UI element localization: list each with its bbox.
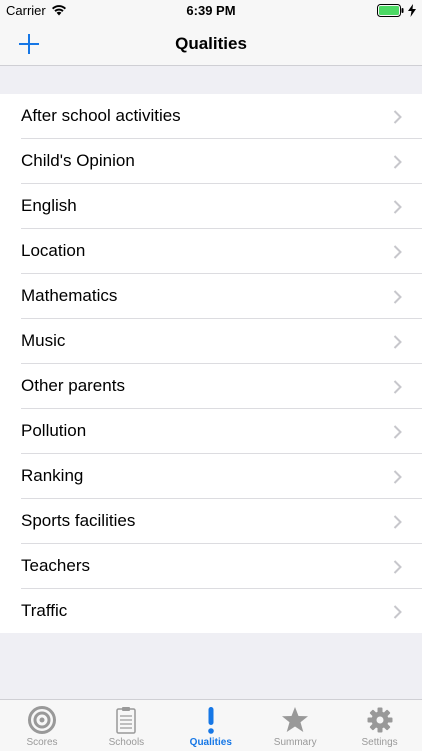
tab-scores[interactable]: Scores	[0, 700, 84, 751]
tab-label: Schools	[108, 737, 145, 748]
status-bar: Carrier 6:39 PM	[0, 0, 422, 22]
chevron-right-icon	[393, 200, 402, 214]
chevron-right-icon	[393, 470, 402, 484]
tab-qualities[interactable]: Qualities	[169, 700, 253, 751]
tab-label: Scores	[26, 737, 58, 748]
quality-label: Sports facilities	[21, 511, 136, 530]
star-icon	[282, 707, 309, 732]
clipboard-icon	[116, 707, 137, 734]
tab-summary[interactable]: Summary	[253, 700, 337, 751]
page-title: Qualities	[175, 34, 247, 53]
quality-row[interactable]: Other parents	[21, 364, 422, 409]
quality-row[interactable]: Location	[21, 229, 422, 274]
tab-label: Settings	[361, 737, 398, 748]
quality-label: Mathematics	[21, 286, 118, 305]
quality-row[interactable]: Sports facilities	[21, 499, 422, 544]
quality-row[interactable]: Pollution	[21, 409, 422, 454]
chevron-right-icon	[393, 155, 402, 169]
quality-label: Music	[21, 331, 66, 350]
quality-label: Ranking	[21, 466, 84, 485]
quality-row[interactable]: Mathematics	[21, 274, 422, 319]
tab-schools[interactable]: Schools	[84, 700, 168, 751]
quality-label: Pollution	[21, 421, 87, 440]
chevron-right-icon	[393, 425, 402, 439]
chevron-right-icon	[393, 335, 402, 349]
tab-label: Qualities	[189, 737, 232, 748]
quality-label: Traffic	[21, 601, 68, 620]
quality-label: Location	[21, 241, 86, 260]
chevron-right-icon	[393, 290, 402, 304]
clock: 6:39 PM	[186, 3, 236, 18]
quality-row[interactable]: Ranking	[21, 454, 422, 499]
chevron-right-icon	[393, 245, 402, 259]
chevron-right-icon	[393, 515, 402, 529]
quality-row[interactable]: English	[21, 184, 422, 229]
qualities-list: After school activities Child's Opinion En…	[0, 94, 422, 633]
gear-icon	[367, 707, 393, 733]
quality-row[interactable]: Child's Opinion	[21, 139, 422, 184]
quality-label: Other parents	[21, 376, 125, 395]
charging-icon	[408, 4, 416, 17]
tab-bar: Scores Schools Qualities Summary Settings	[0, 699, 422, 751]
quality-label: English	[21, 196, 77, 215]
quality-row[interactable]: Traffic	[21, 589, 422, 633]
quality-label: Teachers	[21, 556, 90, 575]
chevron-right-icon	[393, 380, 402, 394]
quality-label: Child's Opinion	[21, 151, 135, 170]
quality-row[interactable]: After school activities	[21, 94, 422, 139]
tab-settings[interactable]: Settings	[338, 700, 422, 751]
navigation-bar: Qualities	[0, 22, 422, 66]
quality-row[interactable]: Teachers	[21, 544, 422, 589]
exclamation-icon	[207, 707, 214, 734]
target-icon	[28, 706, 56, 734]
chevron-right-icon	[393, 110, 402, 124]
quality-label: After school activities	[21, 106, 181, 125]
quality-row[interactable]: Music	[21, 319, 422, 364]
chevron-right-icon	[393, 560, 402, 574]
battery-icon	[377, 4, 404, 17]
chevron-right-icon	[393, 605, 402, 619]
tab-label: Summary	[273, 737, 317, 748]
